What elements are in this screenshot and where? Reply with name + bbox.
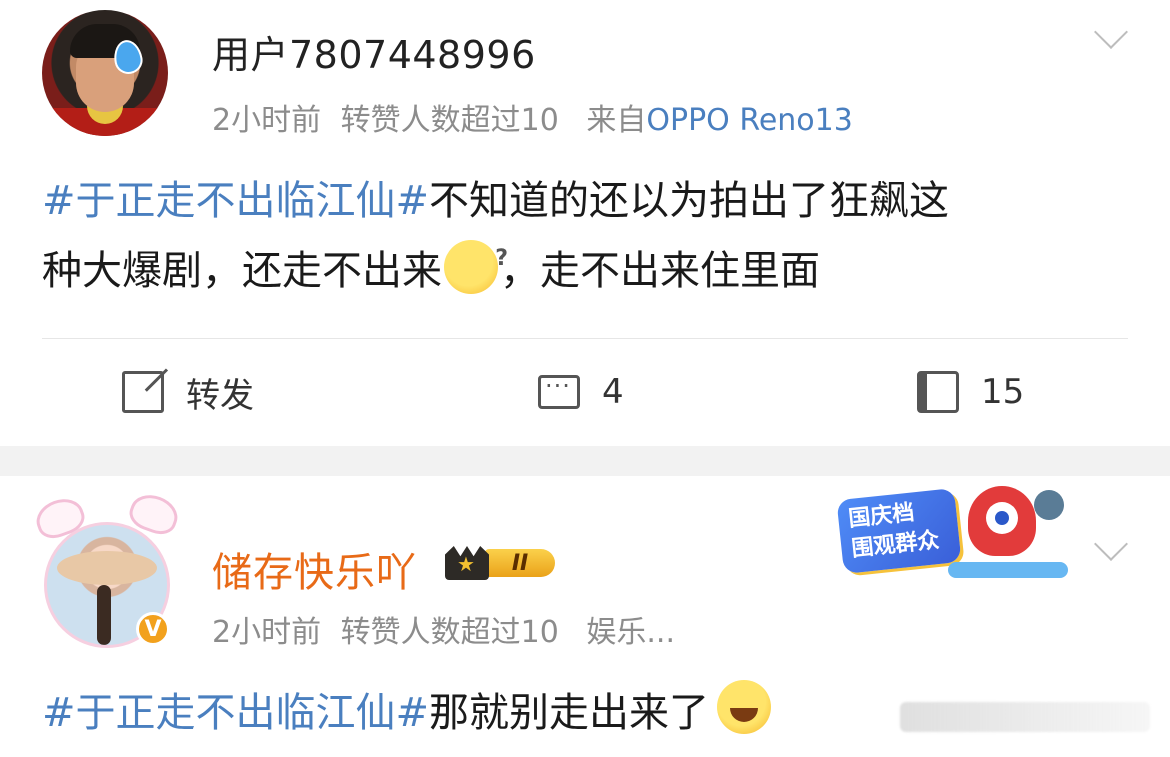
- post-text-2: 那就别走出来了: [429, 690, 710, 736]
- member-level-badge[interactable]: II: [445, 545, 555, 581]
- source-prefix: 来自: [586, 103, 647, 138]
- post-content-2: #于正走不出临江仙#那就别走出来了: [42, 678, 772, 748]
- post-text-line2b: ，走不出来住里面: [500, 248, 820, 294]
- post-card-1: 用户7807448996 2小时前 转赞人数超过10 来自OPPO Reno13…: [0, 0, 1170, 446]
- comment-icon: [538, 372, 580, 409]
- post-text-line2a: 种大爆剧，还走不出来: [42, 248, 442, 294]
- comment-button[interactable]: 4: [538, 362, 624, 422]
- blurred-overlay: [900, 702, 1150, 732]
- comment-count: 4: [602, 372, 624, 412]
- repost-info-2: 转赞人数超过10: [340, 615, 559, 650]
- laughing-tears-icon: [717, 680, 772, 734]
- username[interactable]: 用户7807448996: [212, 24, 536, 79]
- avatar-braid: [97, 585, 111, 645]
- action-divider: [42, 338, 1128, 339]
- promo-label: 国庆档 围观群众: [836, 488, 962, 574]
- topic-link-2[interactable]: #于正走不出临江仙#: [42, 690, 429, 736]
- like-count: 15: [981, 372, 1025, 412]
- dizzy-face-icon: [444, 224, 508, 294]
- repost-label: 转发: [186, 375, 254, 416]
- chevron-down-icon[interactable]: [1094, 15, 1128, 49]
- film-reel-icon: [1034, 490, 1064, 520]
- member-level: II: [485, 549, 555, 577]
- repost-info: 转赞人数超过10: [340, 103, 559, 138]
- thumbs-up-icon: [917, 371, 959, 413]
- surfboard-icon: [948, 562, 1068, 578]
- post-text-line1: 不知道的还以为拍出了狂飙这: [429, 178, 950, 224]
- verified-badge-icon: V: [136, 612, 170, 646]
- post-separator: [0, 446, 1170, 476]
- repost-button[interactable]: 转发: [122, 362, 254, 422]
- avatar-hat: [57, 551, 157, 585]
- post-content: #于正走不出临江仙#不知道的还以为拍出了狂飙这 种大爆剧，还走不出来 ，走不出来住…: [42, 166, 1132, 306]
- post-meta-2: 2小时前 转赞人数超过10 娱乐...: [212, 607, 675, 651]
- repost-icon: [122, 371, 164, 413]
- topic-link[interactable]: #于正走不出临江仙#: [42, 178, 429, 224]
- post-meta: 2小时前 转赞人数超过10 来自OPPO Reno13: [212, 95, 853, 139]
- post-time: 2小时前: [212, 103, 322, 138]
- crown-icon: [445, 546, 489, 580]
- promo-sticker[interactable]: 国庆档 围观群众: [828, 482, 1084, 592]
- mascot-eye: [986, 502, 1018, 534]
- user-avatar[interactable]: [42, 10, 168, 136]
- username-2[interactable]: 储存快乐吖: [212, 540, 417, 598]
- avatar-frame[interactable]: V: [31, 488, 183, 650]
- post-time-2: 2小时前: [212, 615, 322, 650]
- source-device[interactable]: OPPO Reno13: [646, 103, 852, 138]
- like-button[interactable]: 15: [917, 362, 1024, 422]
- mascot-icon: [968, 486, 1036, 556]
- post-category: 娱乐...: [586, 615, 675, 650]
